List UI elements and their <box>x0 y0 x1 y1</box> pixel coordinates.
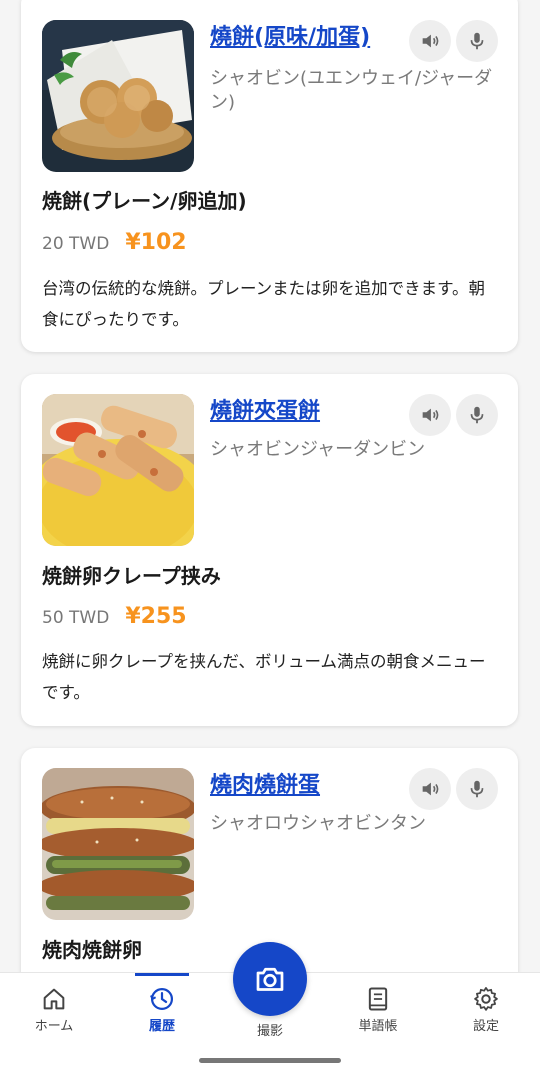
nav-history[interactable]: 履歴 <box>122 983 202 1034</box>
original-name-link[interactable]: 燒餅(原味/加蛋) <box>210 20 400 56</box>
reading-text: シャオビンジャーダンビン <box>210 439 426 460</box>
mic-icon <box>470 780 484 798</box>
speaker-button[interactable] <box>409 394 451 436</box>
japanese-name: 焼餅卵クレープ挟み <box>42 564 221 588</box>
menu-card: 燒肉燒餅蛋 シャオロウシャオビンタン 焼肉焼餅卵 <box>21 748 518 972</box>
price-twd: 20 TWD <box>42 234 110 254</box>
menu-card: 燒餅夾蛋餅 シャオビンジャーダンビン 焼餅卵クレープ挟み 50 TWD ¥255… <box>21 374 518 726</box>
mic-button[interactable] <box>456 768 498 810</box>
price-twd: 50 TWD <box>42 608 110 628</box>
reading-text: シャオロウシャオビンタン <box>210 813 426 834</box>
gear-icon <box>474 987 498 1011</box>
reading-text: シャオビン(ユエンウェイ/ジャーダン) <box>210 68 493 113</box>
speaker-icon <box>422 782 439 796</box>
mic-button[interactable] <box>456 20 498 62</box>
nav-vocab-label: 単語帳 <box>358 1019 398 1034</box>
mic-button[interactable] <box>456 394 498 436</box>
description: 焼餅に卵クレープを挟んだ、ボリューム満点の朝食メニューです。 <box>42 652 486 702</box>
nav-home-label: ホーム <box>34 1019 74 1034</box>
japanese-name: 焼肉焼餅卵 <box>42 938 142 962</box>
food-photo <box>42 768 194 920</box>
speaker-button[interactable] <box>409 20 451 62</box>
nav-history-label: 履歴 <box>148 1019 175 1034</box>
active-tab-indicator <box>135 973 189 976</box>
price-row: 20 TWD ¥102 <box>42 230 187 255</box>
menu-card: 燒餅(原味/加蛋) シャオビン(ユエンウェイ/ジャーダン) 焼餅(プレーン/卵追… <box>21 0 518 352</box>
nav-camera-label: 撮影 <box>256 1024 283 1039</box>
food-photo <box>42 394 194 546</box>
nav-home[interactable]: ホーム <box>14 983 94 1034</box>
description: 台湾の伝統的な焼餅。プレーンまたは卵を追加できます。朝食にぴったりです。 <box>42 279 486 329</box>
price-row: 50 TWD ¥255 <box>42 604 187 629</box>
food-photo <box>42 20 194 172</box>
price-jpy: ¥255 <box>125 604 187 629</box>
nav-vocab[interactable]: 単語帳 <box>338 983 418 1034</box>
history-icon <box>150 987 174 1011</box>
camera-icon <box>256 967 284 991</box>
price-jpy: ¥102 <box>125 230 187 255</box>
home-indicator <box>199 1058 341 1063</box>
speaker-icon <box>422 408 439 422</box>
original-name-link[interactable]: 燒餅夾蛋餅 <box>210 394 400 430</box>
speaker-icon <box>422 34 439 48</box>
book-icon <box>368 987 388 1011</box>
home-icon <box>43 988 65 1010</box>
mic-icon <box>470 406 484 424</box>
nav-settings[interactable]: 設定 <box>446 983 526 1034</box>
japanese-name: 焼餅(プレーン/卵追加) <box>42 189 247 213</box>
menu-list[interactable]: 燒餅(原味/加蛋) シャオビン(ユエンウェイ/ジャーダン) 焼餅(プレーン/卵追… <box>0 0 540 972</box>
speaker-button[interactable] <box>409 768 451 810</box>
nav-settings-label: 設定 <box>472 1019 499 1034</box>
original-name-link[interactable]: 燒肉燒餅蛋 <box>210 768 400 804</box>
mic-icon <box>470 32 484 50</box>
camera-button[interactable] <box>233 942 307 1016</box>
